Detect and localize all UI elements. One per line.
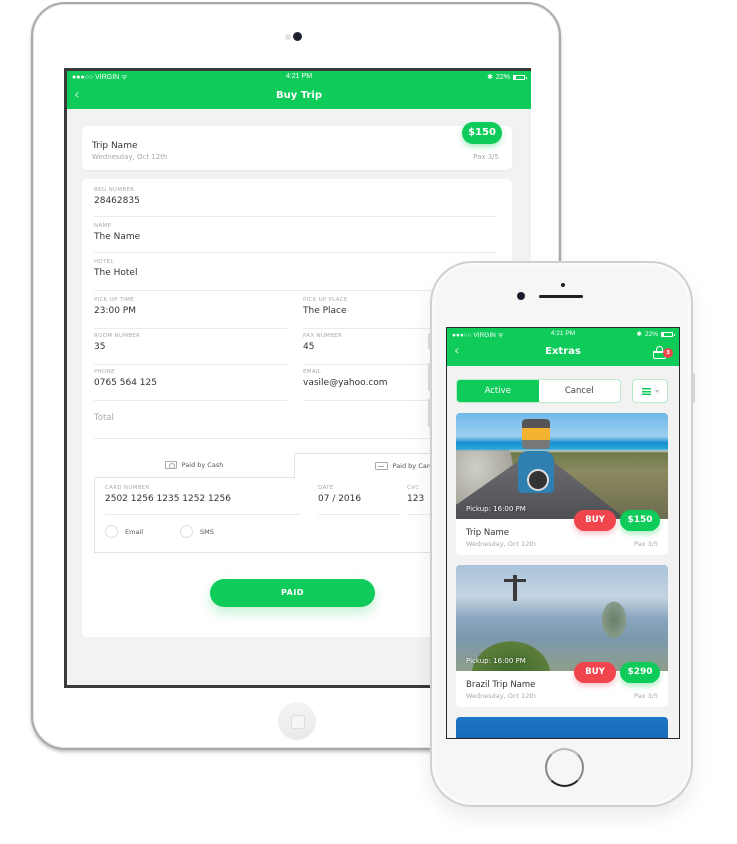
price-badge: $150 — [462, 122, 502, 144]
iphone-home-button[interactable] — [545, 748, 584, 787]
extra-card[interactable]: Pickup: 16:00 PM Brazil Trip Name Wednes… — [456, 565, 668, 707]
field-label: PICK UP TIME — [94, 297, 135, 303]
page-title: Extras — [545, 346, 581, 357]
extra-card-partial[interactable] — [456, 717, 668, 738]
field-value: 0765 564 125 — [94, 378, 157, 388]
status-bar: ●●●○○ VIRGIN ᯤ 4:21 PM ✱ 22% — [447, 328, 679, 340]
pickup-time-field[interactable]: PICK UP TIME 23:00 PM — [94, 293, 287, 329]
ipad-sensor — [285, 34, 291, 40]
segment-cancel[interactable]: Cancel — [539, 380, 621, 402]
trip-photo-car — [456, 413, 668, 519]
extra-name: Brazil Trip Name — [466, 680, 536, 690]
mute-switch — [428, 333, 431, 349]
ipad-home-button[interactable] — [278, 702, 316, 740]
card-date-field[interactable]: DATE 07 / 2016 — [318, 481, 400, 515]
volume-up-button — [428, 363, 431, 391]
field-label: DATE — [318, 485, 334, 491]
field-value: 28462835 — [94, 196, 140, 206]
price-badge: $150 — [620, 510, 660, 531]
field-value: 35 — [94, 342, 106, 352]
trip-date: Wednesday, Oct 12th — [92, 153, 168, 161]
iphone-screen: ●●●○○ VIRGIN ᯤ 4:21 PM ✱ 22% ‹ Extras 3 … — [446, 327, 680, 739]
battery-percent: 22% — [644, 330, 658, 338]
field-label: BKG NUMBER — [94, 187, 135, 193]
paid-button[interactable]: PAID — [210, 579, 375, 607]
status-right: ✱ 22% — [487, 73, 527, 81]
room-number-field[interactable]: ROOM NUMBER 35 — [94, 329, 287, 365]
battery-percent: 22% — [495, 73, 510, 81]
bkg-number-field[interactable]: BKG NUMBER 28462835 — [94, 183, 497, 217]
cash-icon — [164, 461, 177, 469]
field-label: CARD NUMBER — [105, 485, 150, 491]
price-badge: $290 — [620, 662, 660, 683]
field-value: The Name — [94, 232, 141, 242]
field-label: NAME — [94, 223, 112, 229]
field-label: HOTEL — [94, 259, 114, 265]
tab-label: Paid by Card — [392, 462, 434, 470]
tab-label: Paid by Cash — [181, 461, 224, 469]
cart-count-badge: 3 — [663, 348, 673, 358]
iphone-sensor — [561, 283, 565, 287]
phone-field[interactable]: PHONE 0765 564 125 — [94, 365, 287, 401]
nav-bar: ‹ Extras 3 — [447, 340, 679, 366]
tab-paid-by-cash[interactable]: Paid by Cash — [94, 453, 294, 477]
bluetooth-icon: ✱ — [487, 74, 493, 81]
status-bar: ●●●○○ VIRGIN ᯤ 4:21 PM ✱ 22% — [67, 71, 531, 84]
car-shape — [518, 451, 554, 493]
iphone-device: ●●●○○ VIRGIN ᯤ 4:21 PM ✱ 22% ‹ Extras 3 … — [428, 261, 695, 807]
nav-bar: ‹ Buy Trip — [67, 84, 531, 109]
chevron-down-icon — [654, 389, 659, 393]
battery-icon — [661, 331, 675, 337]
extra-pax: Pax 3/5 — [634, 692, 658, 700]
radio-label: SMS — [200, 527, 214, 536]
statue-shape — [504, 575, 526, 601]
page-title: Buy Trip — [276, 90, 322, 101]
view-toggle-dropdown[interactable] — [632, 379, 668, 403]
segment-active[interactable]: Active — [457, 380, 539, 402]
field-label: ROOM NUMBER — [94, 333, 141, 339]
trip-photo-rio — [456, 565, 668, 671]
buy-button[interactable]: BUY — [574, 510, 616, 531]
volume-down-button — [428, 399, 431, 427]
field-label: PHONE — [94, 369, 115, 375]
status-segment-control: Active Cancel — [456, 379, 621, 403]
extra-date: Wednesday, Oct 12th — [466, 540, 537, 548]
bluetooth-icon: ✱ — [636, 331, 642, 338]
buy-button[interactable]: BUY — [574, 662, 616, 683]
power-button — [692, 373, 695, 403]
extra-name: Trip Name — [466, 528, 509, 538]
field-value: 23:00 PM — [94, 306, 136, 316]
iphone-camera — [517, 292, 525, 300]
extra-pax: Pax 3/5 — [634, 540, 658, 548]
name-field[interactable]: NAME The Name — [94, 219, 497, 253]
pickup-time: Pickup: 16:00 PM — [466, 505, 526, 513]
radio-label: Email — [125, 527, 144, 536]
trip-summary-card: Trip Name Wednesday, Oct 12th $150 Pax 3… — [82, 122, 512, 170]
trip-name: Trip Name — [92, 141, 138, 151]
pax-count: Pax 3/5 — [473, 153, 499, 161]
credit-card-icon — [374, 462, 388, 470]
radio-circle[interactable] — [180, 525, 193, 538]
cart-button[interactable]: 3 — [653, 346, 673, 360]
field-value: 2502 1256 1235 1252 1256 — [105, 494, 231, 504]
list-view-icon — [641, 387, 651, 395]
field-value: The Hotel — [94, 268, 138, 278]
pickup-time: Pickup: 16:00 PM — [466, 657, 526, 665]
luggage-shape — [522, 419, 550, 449]
radio-circle[interactable] — [105, 525, 118, 538]
status-right: ✱ 22% — [636, 330, 675, 338]
iphone-speaker — [539, 295, 583, 298]
field-value: 07 / 2016 — [318, 494, 362, 504]
card-number-field[interactable]: CARD NUMBER 2502 1256 1235 1252 1256 — [105, 481, 301, 515]
radio-email[interactable]: Email — [105, 525, 143, 538]
battery-icon — [513, 74, 527, 80]
ipad-camera — [293, 32, 302, 41]
status-time: 4:21 PM — [285, 73, 313, 80]
extra-card[interactable]: Pickup: 16:00 PM Trip Name Wednesday, Oc… — [456, 413, 668, 555]
extra-date: Wednesday, Oct 12th — [466, 692, 537, 700]
radio-sms[interactable]: SMS — [180, 525, 214, 538]
